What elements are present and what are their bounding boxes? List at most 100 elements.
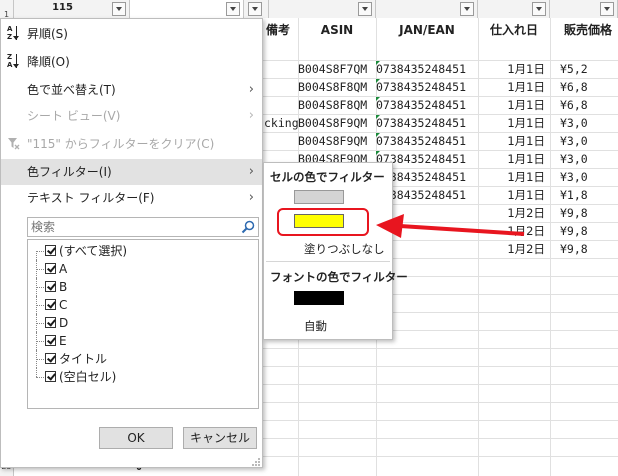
cell-date[interactable]: 1月1日 (478, 78, 548, 96)
list-item[interactable]: タイトル (28, 350, 228, 368)
menu-item-color-filter[interactable]: 色フィルター(I) › (1, 159, 262, 185)
menu-item-sort-ascending[interactable]: AZ 昇順(S) (1, 21, 262, 47)
cell-date[interactable]: 1月1日 (478, 168, 548, 186)
sort-descending-icon: ZA (7, 54, 21, 70)
menu-item-text-filter[interactable]: テキスト フィルター(F) › (1, 185, 262, 211)
cell-price[interactable]: ¥3,0 (550, 168, 618, 186)
cell-date[interactable]: 1月1日 (478, 114, 548, 132)
filter-dropdown-button[interactable] (460, 2, 474, 16)
grid-line (258, 456, 618, 457)
cell-price[interactable]: ¥6,8 (550, 96, 618, 114)
cell-price[interactable]: ¥3,0 (550, 114, 618, 132)
column-header[interactable] (478, 0, 550, 18)
filter-dropdown-button[interactable] (532, 2, 546, 16)
search-icon[interactable] (240, 219, 256, 235)
cell-date[interactable]: 1月2日 (478, 222, 548, 240)
error-indicator-icon (376, 79, 380, 83)
cell-date[interactable]: 1月2日 (478, 204, 548, 222)
menu-item-label: 昇順(S) (27, 27, 68, 41)
list-item-label: D (59, 316, 69, 330)
sort-ascending-icon: AZ (7, 26, 21, 42)
chevron-right-icon: › (248, 164, 254, 179)
cell-price[interactable]: ¥9,8 (550, 240, 618, 258)
list-item[interactable]: E (28, 332, 228, 350)
checkbox-checked[interactable] (45, 317, 56, 328)
menu-item-sort-descending[interactable]: ZA 降順(O) (1, 49, 262, 75)
column-header[interactable] (130, 0, 244, 18)
divider (266, 261, 390, 262)
cell-date[interactable]: 1月1日 (478, 150, 548, 168)
list-item[interactable]: D (28, 314, 228, 332)
cell-date[interactable]: 1月1日 (478, 60, 548, 78)
column-title-date: 仕入れ日 (489, 23, 538, 37)
filter-dropdown-button[interactable] (226, 2, 240, 16)
cell-price[interactable]: ¥3,0 (550, 132, 618, 150)
cell-bikou[interactable]: cking (264, 114, 298, 132)
cell-bikou[interactable] (258, 78, 298, 96)
highlight-box (277, 208, 369, 236)
checkbox-checked[interactable] (45, 371, 56, 382)
menu-item-sheet-view: シート ビュー(V) › (1, 103, 262, 129)
column-header[interactable] (244, 0, 269, 18)
cell-date[interactable]: 1月1日 (478, 132, 548, 150)
list-item-select-all[interactable]: (すべて選択) (28, 242, 228, 260)
checkbox-checked[interactable] (45, 353, 56, 364)
cancel-button[interactable]: キャンセル (183, 427, 257, 449)
cell-jan[interactable]: 0738435248451 (376, 96, 476, 114)
cell-price[interactable]: ¥6,8 (550, 78, 618, 96)
row-number-1[interactable]: 1 (0, 0, 14, 19)
filter-dropdown-button[interactable] (600, 2, 614, 16)
black-color-swatch[interactable] (294, 291, 344, 305)
cell-asin[interactable]: B004S8F8QM (298, 96, 374, 114)
cell-date[interactable]: 1月1日 (478, 186, 548, 204)
cell-asin[interactable]: B004S8F8QM (298, 78, 374, 96)
list-item-label: C (59, 298, 68, 312)
auto-option[interactable]: 自動 (304, 318, 327, 334)
menu-item-sort-by-color[interactable]: 色で並べ替え(T) › (1, 77, 262, 103)
cell-price[interactable]: ¥5,2 (550, 60, 618, 78)
cell-asin[interactable]: B004S8F7QM (298, 60, 374, 78)
filter-dropdown-button[interactable] (248, 2, 262, 16)
cell-asin[interactable]: B004S8F9QM (298, 114, 374, 132)
filter-dropdown-button[interactable] (112, 2, 126, 16)
cell-bikou[interactable] (258, 96, 298, 114)
cell-asin[interactable]: B004S8F9QM (298, 132, 374, 150)
filter-dropdown-button[interactable] (358, 2, 372, 16)
cell-bikou[interactable] (258, 132, 298, 150)
checkbox-checked[interactable] (45, 281, 56, 292)
cell-bikou[interactable] (258, 60, 298, 78)
cell-date[interactable]: 1月2日 (478, 240, 548, 258)
column-title-asin: ASIN (320, 23, 354, 37)
error-indicator-icon (376, 115, 380, 119)
list-item[interactable]: B (28, 278, 228, 296)
no-fill-option[interactable]: 塗りつぶしなし (304, 241, 385, 257)
cell-price[interactable]: ¥1,8 (550, 186, 618, 204)
checkbox-checked[interactable] (45, 335, 56, 346)
list-item[interactable]: (空白セル) (28, 368, 228, 386)
column-header[interactable] (550, 0, 618, 18)
menu-item-label: 降順(O) (27, 55, 70, 69)
resize-grip-icon[interactable] (251, 457, 261, 467)
checkbox-checked[interactable] (45, 263, 56, 274)
cell-price[interactable]: ¥9,8 (550, 222, 618, 240)
checkbox-checked[interactable] (45, 245, 56, 256)
grid-line (258, 384, 618, 385)
list-item[interactable]: A (28, 260, 228, 278)
cell-date[interactable]: 1月1日 (478, 96, 548, 114)
list-item[interactable]: C (28, 296, 228, 314)
cell-jan[interactable]: 0738435248451 (376, 114, 476, 132)
column-header[interactable] (269, 0, 376, 18)
cell-price[interactable]: ¥9,8 (550, 204, 618, 222)
cell-jan[interactable]: 0738435248451 (376, 132, 476, 150)
gray-color-swatch[interactable] (294, 190, 344, 204)
checkbox-checked[interactable] (45, 299, 56, 310)
cell-jan[interactable]: 0738435248451 (376, 78, 476, 96)
search-box[interactable] (27, 217, 259, 237)
cell-price[interactable]: ¥3,0 (550, 150, 618, 168)
column-header[interactable] (376, 0, 478, 18)
search-input[interactable] (31, 219, 231, 235)
cell-jan[interactable]: 0738435248451 (376, 60, 476, 78)
ok-button[interactable]: OK (99, 427, 173, 449)
column-header-115[interactable]: 115 (14, 0, 130, 18)
error-indicator-icon (376, 133, 380, 137)
